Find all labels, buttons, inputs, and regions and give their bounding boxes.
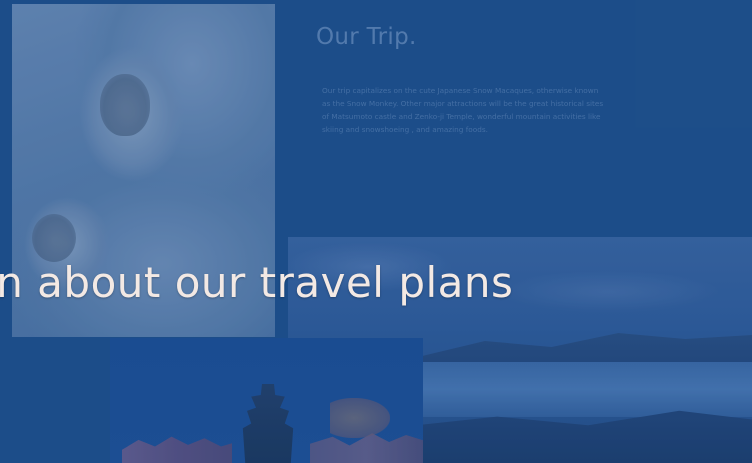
monkey-face (100, 74, 150, 136)
castle-silhouette (242, 384, 294, 463)
trip-slide: Our Trip. Our trip capitalizes on the cu… (0, 0, 752, 463)
lake-water (423, 362, 752, 417)
matsumoto-castle-photo (110, 338, 423, 463)
section-title: Our Trip. (316, 24, 417, 50)
monkey-face (32, 214, 76, 262)
blossom-trees (122, 436, 232, 463)
dragon-decoration (330, 398, 390, 438)
mountain-range (418, 333, 752, 365)
overlay-caption: on about our travel plans (0, 258, 514, 307)
section-body: Our trip capitalizes on the cute Japanes… (322, 86, 604, 134)
